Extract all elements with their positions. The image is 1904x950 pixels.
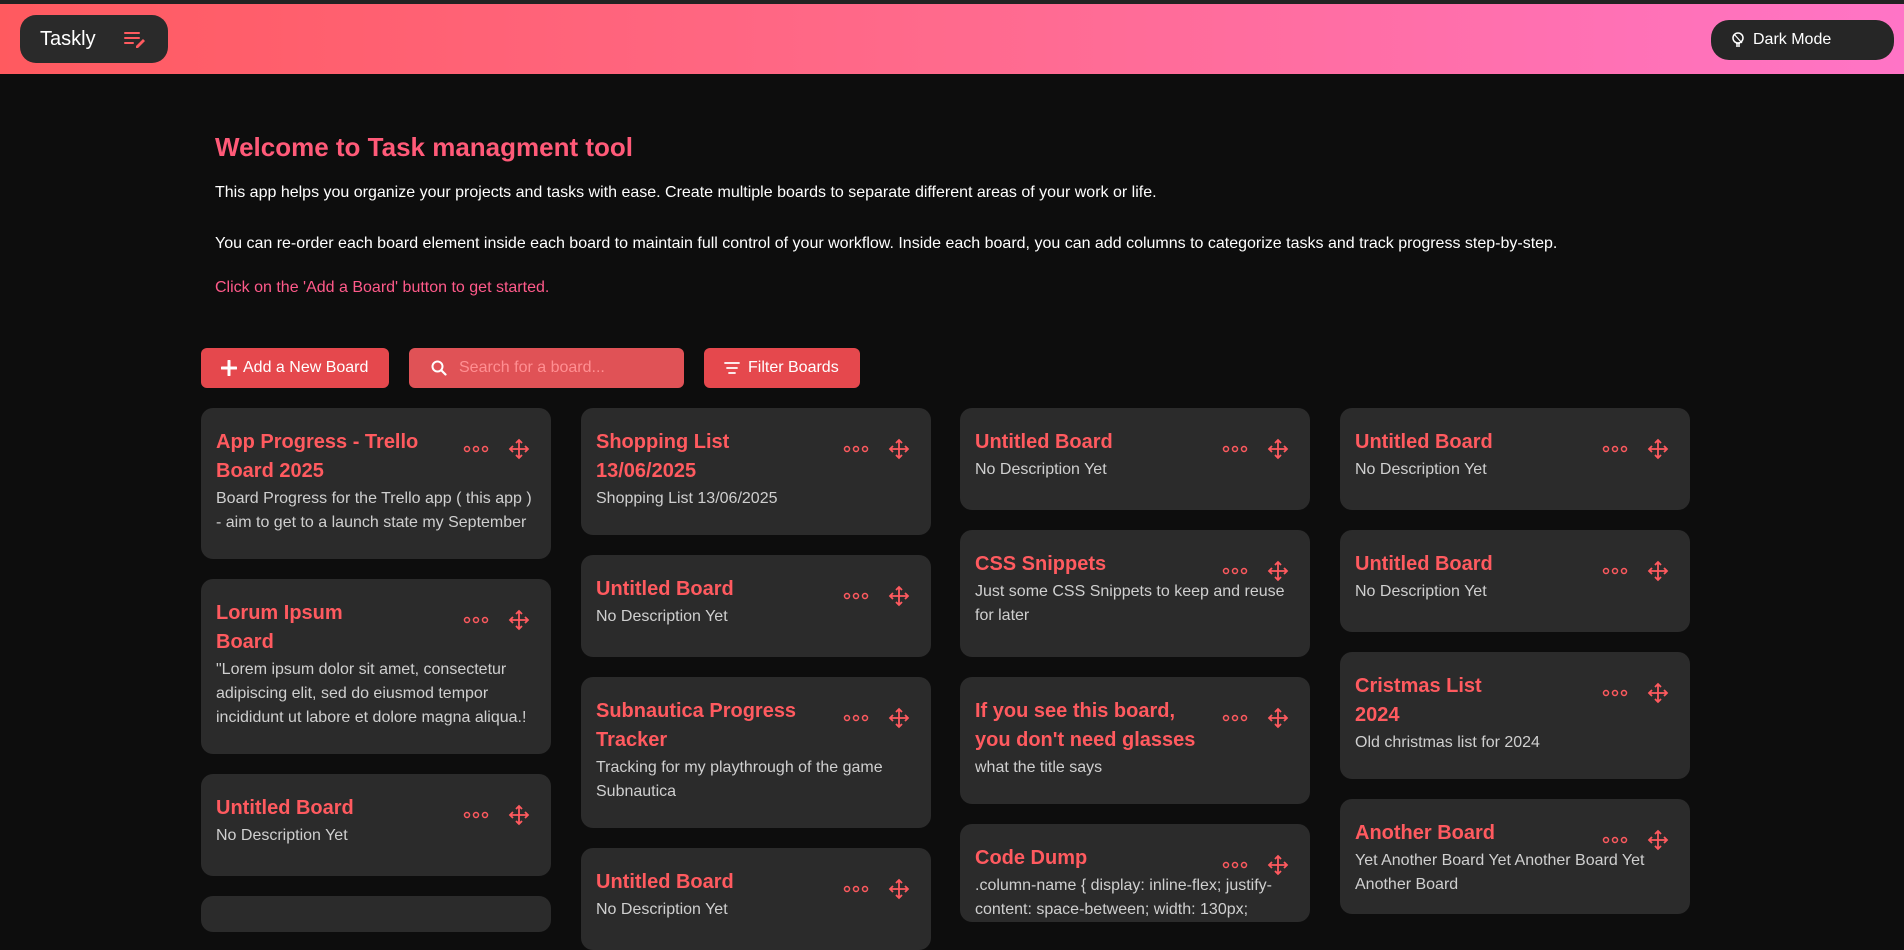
board-title[interactable]: Another Board xyxy=(1355,819,1585,848)
top-navbar: Taskly Dark Mode xyxy=(0,0,1904,74)
board-title[interactable]: Untitled Board xyxy=(975,428,1205,457)
more-options-icon[interactable] xyxy=(1602,835,1628,845)
board-description: No Description Yet xyxy=(596,608,728,625)
board-description: what the title says xyxy=(975,759,1103,776)
board-title[interactable]: Untitled Board xyxy=(216,794,446,823)
drag-handle-icon[interactable] xyxy=(508,609,530,631)
drag-handle-icon[interactable] xyxy=(888,878,910,900)
add-board-button[interactable]: Add a New Board xyxy=(201,348,389,388)
search-icon xyxy=(431,360,447,376)
more-options-icon[interactable] xyxy=(843,884,869,894)
intro-paragraph-2: You can re-order each board element insi… xyxy=(215,234,1558,252)
brand-pill[interactable]: Taskly xyxy=(20,15,168,63)
app-name: Taskly xyxy=(40,27,96,50)
more-options-icon[interactable] xyxy=(1602,566,1628,576)
more-options-icon[interactable] xyxy=(1602,444,1628,454)
board-card[interactable]: Untitled Board No Description Yet xyxy=(960,408,1310,510)
board-description: Just some CSS Snippets to keep and reuse… xyxy=(975,583,1285,624)
board-title[interactable]: Lorum Ipsum Board xyxy=(216,599,366,657)
drag-handle-icon[interactable] xyxy=(1267,854,1289,876)
board-card[interactable]: Untitled Board No Description Yet xyxy=(581,848,931,950)
board-title[interactable]: Untitled Board xyxy=(596,575,826,604)
more-options-icon[interactable] xyxy=(463,615,489,625)
drag-handle-icon[interactable] xyxy=(508,438,530,460)
board-description: No Description Yet xyxy=(1355,461,1487,478)
board-card[interactable]: CSS Snippets Just some CSS Snippets to k… xyxy=(960,530,1310,657)
board-card[interactable]: Subnautica Progress Tracker Tracking for… xyxy=(581,677,931,828)
board-title[interactable]: Cristmas List 2024 xyxy=(1355,672,1505,730)
board-title[interactable]: App Progress - Trello Board 2025 xyxy=(216,428,446,486)
board-card[interactable]: Shopping List 13/06/2025 Shopping List 1… xyxy=(581,408,931,535)
drag-handle-icon[interactable] xyxy=(1267,438,1289,460)
dark-mode-label: Dark Mode xyxy=(1753,31,1832,48)
intro-cta: Click on the 'Add a Board' button to get… xyxy=(215,278,550,296)
board-card[interactable]: App Progress - Trello Board 2025 Board P… xyxy=(201,408,551,559)
more-options-icon[interactable] xyxy=(1602,688,1628,698)
more-options-icon[interactable] xyxy=(843,713,869,723)
drag-handle-icon[interactable] xyxy=(1647,829,1669,851)
board-description: Board Progress for the Trello app ( this… xyxy=(216,490,532,531)
drag-handle-icon[interactable] xyxy=(1647,682,1669,704)
board-card[interactable]: Another Board Yet Another Board Yet Anot… xyxy=(1340,799,1690,914)
drag-handle-icon[interactable] xyxy=(1267,560,1289,582)
board-description: Shopping List 13/06/2025 xyxy=(596,490,778,507)
board-card[interactable]: Lorum Ipsum Board "Lorem ipsum dolor sit… xyxy=(201,579,551,754)
board-description: Tracking for my playthrough of the game … xyxy=(596,759,883,800)
board-card[interactable]: Untitled Board No Description Yet xyxy=(1340,530,1690,632)
board-card[interactable]: Code Dump .column-name { display: inline… xyxy=(960,824,1310,922)
add-board-label: Add a New Board xyxy=(243,359,369,376)
board-description: "Lorem ipsum dolor sit amet, consectetur… xyxy=(216,661,527,726)
filter-boards-button[interactable]: Filter Boards xyxy=(704,348,860,388)
more-options-icon[interactable] xyxy=(843,444,869,454)
board-card[interactable]: Untitled Board No Description Yet xyxy=(1340,408,1690,510)
drag-handle-icon[interactable] xyxy=(1267,707,1289,729)
board-description: Yet Another Board Yet Another Board Yet … xyxy=(1355,852,1645,893)
page-title: Welcome to Task managment tool xyxy=(215,132,634,162)
lightbulb-icon xyxy=(1732,32,1744,47)
board-title[interactable]: If you see this board, you don't need gl… xyxy=(975,697,1205,755)
more-options-icon[interactable] xyxy=(1222,713,1248,723)
filter-boards-label: Filter Boards xyxy=(748,359,839,376)
more-options-icon[interactable] xyxy=(1222,566,1248,576)
more-options-icon[interactable] xyxy=(463,444,489,454)
board-title[interactable]: Untitled Board xyxy=(1355,550,1585,579)
board-card-partial[interactable] xyxy=(201,896,551,932)
board-description: No Description Yet xyxy=(1355,583,1487,600)
drag-handle-icon[interactable] xyxy=(888,585,910,607)
board-title[interactable]: Code Dump xyxy=(975,844,1205,873)
drag-handle-icon[interactable] xyxy=(508,804,530,826)
board-description: No Description Yet xyxy=(596,901,728,918)
plus-icon xyxy=(221,360,237,376)
board-description: Old christmas list for 2024 xyxy=(1355,734,1540,751)
filter-icon xyxy=(724,362,740,374)
more-options-icon[interactable] xyxy=(463,810,489,820)
board-description: .column-name { display: inline-flex; jus… xyxy=(975,877,1273,918)
drag-handle-icon[interactable] xyxy=(888,707,910,729)
intro-paragraph-1: This app helps you organize your project… xyxy=(215,184,1157,201)
drag-handle-icon[interactable] xyxy=(1647,438,1669,460)
more-options-icon[interactable] xyxy=(843,591,869,601)
board-description: No Description Yet xyxy=(975,461,1107,478)
dark-mode-toggle[interactable]: Dark Mode xyxy=(1711,20,1894,60)
more-options-icon[interactable] xyxy=(1222,860,1248,870)
intro-section: Welcome to Task managment tool This app … xyxy=(215,132,1715,298)
board-title[interactable]: Untitled Board xyxy=(1355,428,1585,457)
board-card[interactable]: If you see this board, you don't need gl… xyxy=(960,677,1310,804)
board-title[interactable]: Untitled Board xyxy=(596,868,826,897)
board-card[interactable]: Untitled Board No Description Yet xyxy=(201,774,551,876)
more-options-icon[interactable] xyxy=(1222,444,1248,454)
search-box[interactable] xyxy=(409,348,684,388)
board-card[interactable]: Untitled Board No Description Yet xyxy=(581,555,931,657)
drag-handle-icon[interactable] xyxy=(1647,560,1669,582)
board-card[interactable]: Cristmas List 2024 Old christmas list fo… xyxy=(1340,652,1690,779)
board-description: No Description Yet xyxy=(216,827,348,844)
drag-handle-icon[interactable] xyxy=(888,438,910,460)
board-title[interactable]: Subnautica Progress Tracker xyxy=(596,697,826,755)
search-input[interactable] xyxy=(459,359,659,377)
board-title[interactable]: CSS Snippets xyxy=(975,550,1205,579)
board-title[interactable]: Shopping List 13/06/2025 xyxy=(596,428,746,486)
edit-list-icon[interactable] xyxy=(124,29,146,49)
